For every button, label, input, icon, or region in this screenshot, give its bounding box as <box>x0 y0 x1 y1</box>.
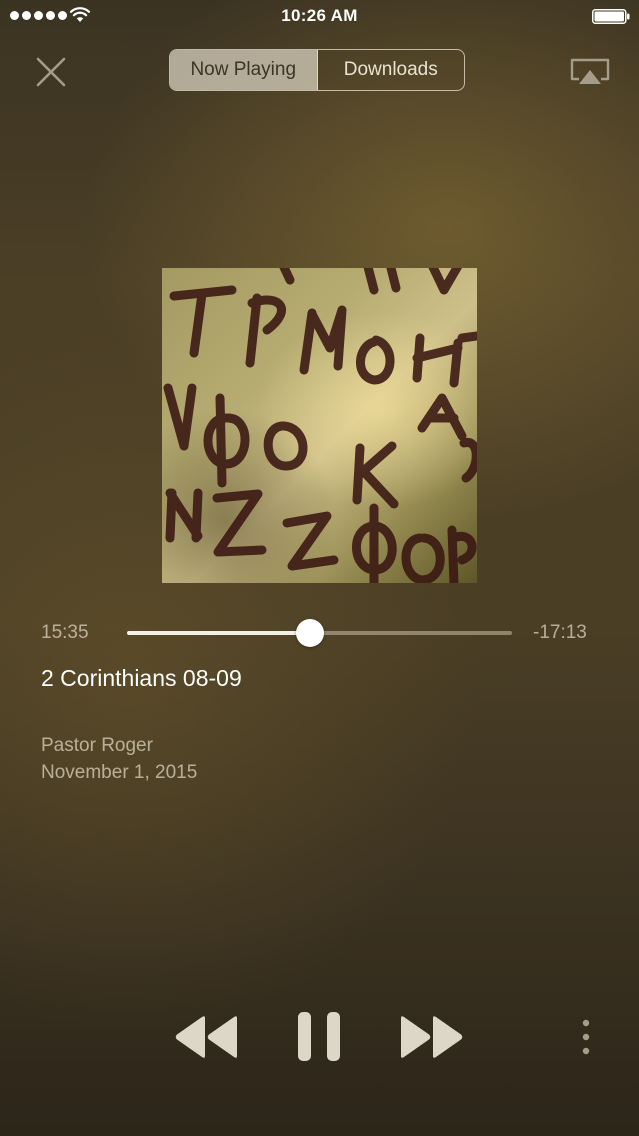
track-speaker: Pastor Roger <box>41 735 153 756</box>
remaining-time: -17:13 <box>533 622 587 643</box>
status-time: 10:26 AM <box>281 6 358 25</box>
more-vertical-icon[interactable] <box>578 1019 594 1055</box>
airplay-icon[interactable] <box>569 57 611 87</box>
view-switcher: Now Playing Downloads <box>169 49 465 91</box>
battery-icon <box>592 9 630 24</box>
pause-icon[interactable] <box>296 1011 342 1062</box>
progress-thumb[interactable] <box>295 619 324 647</box>
status-bar: 10:26 AM <box>0 0 639 32</box>
track-date: November 1, 2015 <box>41 762 198 783</box>
album-artwork <box>162 268 477 583</box>
rewind-icon[interactable] <box>173 1014 239 1060</box>
tab-now-playing[interactable]: Now Playing <box>170 50 318 90</box>
elapsed-time: 15:35 <box>41 622 89 643</box>
progress-fill <box>127 631 310 635</box>
tab-downloads[interactable]: Downloads <box>318 50 465 90</box>
fast-forward-icon[interactable] <box>399 1014 465 1060</box>
close-icon[interactable] <box>34 55 68 89</box>
progress-slider[interactable] <box>127 619 512 647</box>
track-title: 2 Corinthians 08-09 <box>41 665 242 691</box>
